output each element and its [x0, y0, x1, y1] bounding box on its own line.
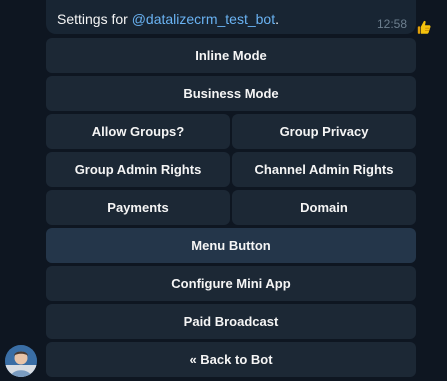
bot-mention-link[interactable]: @datalizecrm_test_bot	[132, 11, 275, 27]
back-to-bot-button[interactable]: « Back to Bot	[46, 342, 416, 377]
menu-button-button[interactable]: Menu Button	[46, 228, 416, 263]
group-admin-rights-button[interactable]: Group Admin Rights	[46, 152, 230, 187]
thumbs-up-icon[interactable]	[417, 20, 431, 35]
allow-groups-button[interactable]: Allow Groups?	[46, 114, 230, 149]
paid-broadcast-button[interactable]: Paid Broadcast	[46, 304, 416, 339]
group-privacy-button[interactable]: Group Privacy	[232, 114, 416, 149]
message-time: 12:58	[376, 17, 407, 31]
inline-mode-button[interactable]: Inline Mode	[46, 38, 416, 73]
message-prefix: Settings for	[57, 11, 132, 27]
message-text: Settings for @datalizecrm_test_bot.	[57, 11, 279, 27]
bot-message-bubble: Settings for @datalizecrm_test_bot. 12:5…	[46, 0, 416, 34]
configure-mini-app-button[interactable]: Configure Mini App	[46, 266, 416, 301]
channel-admin-rights-button[interactable]: Channel Admin Rights	[232, 152, 416, 187]
business-mode-button[interactable]: Business Mode	[46, 76, 416, 111]
message-suffix: .	[275, 11, 279, 27]
domain-button[interactable]: Domain	[232, 190, 416, 225]
bot-avatar[interactable]	[5, 345, 37, 377]
payments-button[interactable]: Payments	[46, 190, 230, 225]
